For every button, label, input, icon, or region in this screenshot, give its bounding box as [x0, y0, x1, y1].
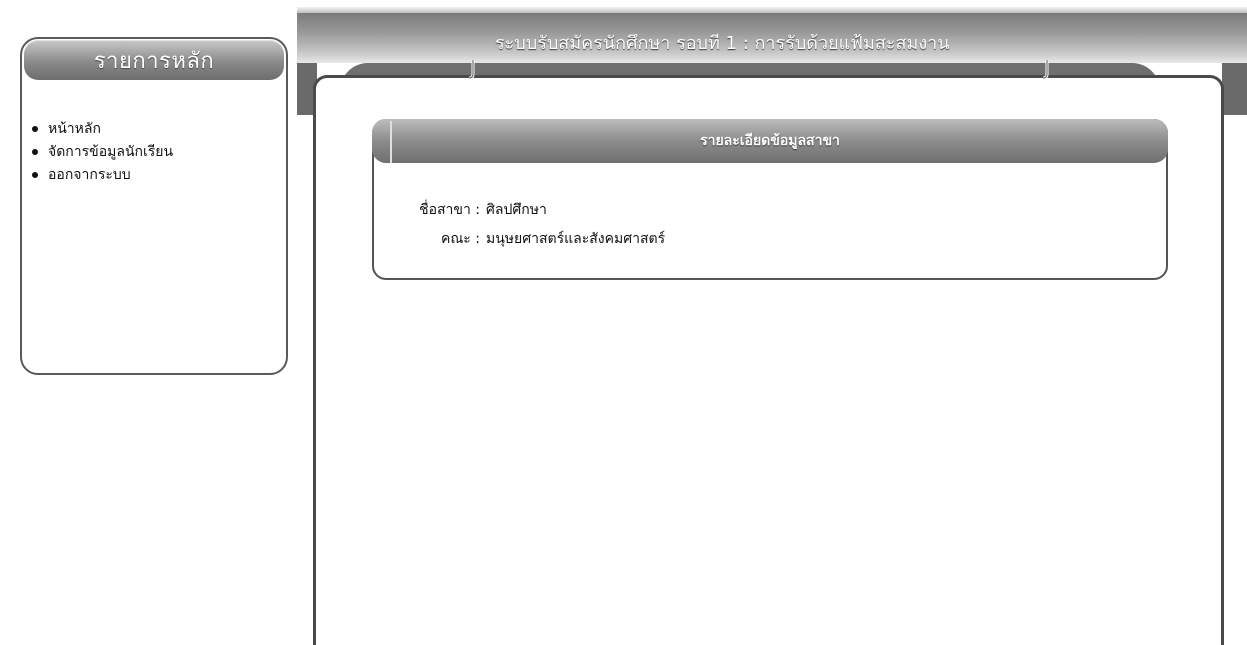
main-menu-title: รายการหลัก: [93, 48, 215, 74]
branch-name-value: ศิลปศึกษา: [486, 202, 547, 218]
menu-item-logout[interactable]: ออกจากระบบ: [32, 163, 173, 186]
main-menu-header: รายการหลัก: [24, 40, 284, 80]
branch-detail-panel: รายละเอียดข้อมูลสาขา ชื่อสาขา : ศิลปศึกษา…: [372, 119, 1168, 280]
page-title: ระบบรับสมัครนักศึกษา รอบที 1 : การรับด้ว…: [495, 33, 950, 54]
main-menu-panel: รายการหลัก หน้าหลัก จัดการข้อมูลนักเรียน…: [20, 37, 288, 375]
branch-detail-header: รายละเอียดข้อมูลสาขา: [372, 119, 1168, 163]
header-divider: [390, 121, 392, 163]
hanger-hook-icon: [468, 60, 475, 80]
menu-item-home-label[interactable]: หน้าหลัก: [48, 118, 101, 140]
bullet-icon: [32, 148, 38, 155]
menu-item-manage-students-label[interactable]: จัดการข้อมูลนักเรียน: [48, 141, 173, 163]
faculty-row: คณะ : มนุษยศาสตร์และสังคมศาสตร์: [384, 228, 665, 250]
menu-item-home[interactable]: หน้าหลัก: [32, 117, 173, 140]
branch-name-label: ชื่อสาขา :: [419, 202, 480, 218]
hanger-hook-icon: [1042, 60, 1049, 80]
menu-item-logout-label[interactable]: ออกจากระบบ: [48, 164, 131, 186]
branch-name-row: ชื่อสาขา : ศิลปศึกษา: [384, 199, 547, 221]
menu-item-manage-students[interactable]: จัดการข้อมูลนักเรียน: [32, 140, 173, 163]
faculty-label: คณะ :: [440, 231, 480, 247]
main-menu-list: หน้าหลัก จัดการข้อมูลนักเรียน ออกจากระบบ: [32, 117, 173, 186]
faculty-value: มนุษยศาสตร์และสังคมศาสตร์: [486, 231, 666, 247]
branch-detail-title: รายละเอียดข้อมูลสาขา: [700, 133, 840, 149]
frame-shade-right: [1222, 63, 1247, 115]
bullet-icon: [32, 125, 38, 132]
bullet-icon: [32, 171, 38, 178]
